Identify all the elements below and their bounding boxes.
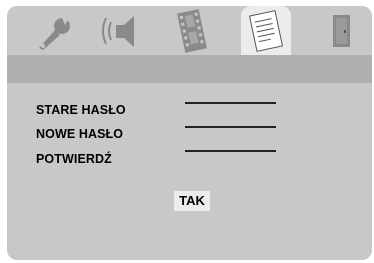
ok-button[interactable]: TAK [174, 191, 210, 211]
wrench-icon [39, 18, 70, 50]
tab-bar [7, 6, 372, 56]
new-password-label: NOWE HASŁO [36, 127, 124, 141]
old-password-field[interactable] [185, 102, 276, 123]
old-password-label: STARE HASŁO [36, 103, 126, 117]
settings-panel: STARE HASŁO NOWE HASŁO POTWIERDŹ TAK [7, 6, 372, 260]
tab-general-setup[interactable] [29, 6, 79, 56]
speaker-icon [102, 16, 134, 47]
confirm-password-field[interactable] [185, 150, 276, 171]
film-icon [177, 9, 207, 53]
new-password-field[interactable] [185, 126, 276, 147]
status-band [7, 55, 372, 83]
document-icon [248, 10, 284, 52]
exit-door-icon [333, 15, 350, 47]
tab-preferences[interactable] [241, 6, 291, 56]
tab-audio-setup[interactable] [97, 6, 147, 56]
tab-video-setup[interactable] [167, 6, 217, 56]
confirm-password-label: POTWIERDŹ [36, 152, 112, 166]
tab-exit[interactable] [317, 6, 367, 56]
